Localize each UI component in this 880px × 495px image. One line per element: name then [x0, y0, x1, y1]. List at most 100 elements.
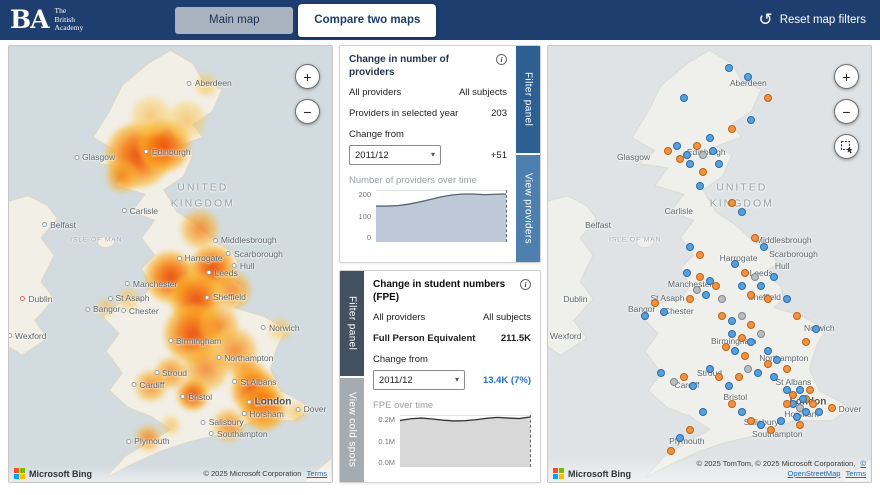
heatmap-panel[interactable]: Aberdeen Glasgow Edinburgh UNITED KINGDOM Ca…: [8, 45, 333, 483]
provider-dot[interactable]: [679, 373, 688, 382]
provider-dot[interactable]: [747, 290, 756, 299]
provider-dot[interactable]: [757, 421, 766, 430]
provider-dot[interactable]: [815, 408, 824, 417]
providers-area-chart[interactable]: [376, 190, 507, 242]
provider-dot[interactable]: [792, 312, 801, 321]
provider-dot[interactable]: [750, 233, 759, 242]
zoom-out-button[interactable]: −: [834, 99, 859, 124]
provider-dot[interactable]: [763, 360, 772, 369]
provider-dot[interactable]: [757, 281, 766, 290]
provider-dot[interactable]: [705, 133, 714, 142]
provider-dot[interactable]: [744, 364, 753, 373]
info-icon[interactable]: i: [496, 54, 507, 65]
terms-link[interactable]: Terms: [846, 469, 866, 478]
provider-dot[interactable]: [741, 268, 750, 277]
provider-dot[interactable]: [699, 168, 708, 177]
provider-dot[interactable]: [682, 268, 691, 277]
provider-dot[interactable]: [747, 416, 756, 425]
provider-dot[interactable]: [686, 425, 695, 434]
provider-dot[interactable]: [718, 312, 727, 321]
provider-dot[interactable]: [660, 307, 669, 316]
provider-dot[interactable]: [795, 421, 804, 430]
provider-dot[interactable]: [676, 155, 685, 164]
view-cold-spots-tab[interactable]: View cold spots: [340, 377, 364, 482]
provider-dot[interactable]: [783, 294, 792, 303]
provider-dot[interactable]: [692, 142, 701, 151]
year-dropdown[interactable]: 2011/12 ▾: [373, 370, 465, 390]
provider-dot[interactable]: [695, 273, 704, 282]
provider-dot[interactable]: [686, 159, 695, 168]
provider-dot[interactable]: [640, 312, 649, 321]
provider-dot[interactable]: [783, 399, 792, 408]
providers-dot-map-panel[interactable]: AberdeenGlasgowEdinburghUNITED KINGDOMCa…: [547, 45, 872, 483]
provider-dot[interactable]: [721, 342, 730, 351]
provider-dot[interactable]: [760, 242, 769, 251]
provider-dot[interactable]: [650, 299, 659, 308]
provider-dot[interactable]: [792, 412, 801, 421]
provider-dot[interactable]: [812, 325, 821, 334]
provider-dot[interactable]: [679, 94, 688, 103]
provider-dot[interactable]: [750, 273, 759, 282]
provider-dot[interactable]: [747, 116, 756, 125]
provider-dot[interactable]: [731, 260, 740, 268]
provider-dot[interactable]: [728, 316, 737, 325]
fpe-area-chart[interactable]: [400, 415, 531, 467]
provider-dot[interactable]: [802, 408, 811, 417]
info-icon[interactable]: i: [520, 279, 531, 290]
provider-dot[interactable]: [744, 72, 753, 81]
filter-panel-tab[interactable]: Filter panel: [340, 271, 364, 376]
provider-dot[interactable]: [776, 416, 785, 425]
provider-dot[interactable]: [666, 447, 675, 456]
provider-dot[interactable]: [737, 207, 746, 216]
provider-dot[interactable]: [689, 382, 698, 391]
provider-dot[interactable]: [699, 408, 708, 417]
box-select-button[interactable]: [834, 134, 859, 159]
provider-dot[interactable]: [828, 403, 837, 412]
provider-dot[interactable]: [686, 242, 695, 251]
provider-dot[interactable]: [734, 373, 743, 382]
provider-dot[interactable]: [699, 151, 708, 159]
filter-panel-tab[interactable]: Filter panel: [516, 46, 540, 153]
provider-dot[interactable]: [663, 146, 672, 155]
provider-dot[interactable]: [673, 142, 682, 151]
provider-dot[interactable]: [676, 434, 685, 443]
reset-map-filters-button[interactable]: ↺ Reset map filters: [758, 11, 866, 29]
provider-dot[interactable]: [731, 347, 740, 356]
provider-dot[interactable]: [705, 364, 714, 373]
provider-dot[interactable]: [702, 290, 711, 299]
provider-dot[interactable]: [763, 347, 772, 356]
zoom-out-button[interactable]: −: [295, 99, 320, 124]
provider-dot[interactable]: [737, 281, 746, 290]
provider-dot[interactable]: [770, 373, 779, 382]
provider-dot[interactable]: [737, 334, 746, 343]
provider-dot[interactable]: [724, 63, 733, 72]
provider-dot[interactable]: [715, 373, 724, 382]
provider-dot[interactable]: [711, 281, 720, 290]
provider-dot[interactable]: [737, 408, 746, 417]
provider-dot[interactable]: [766, 425, 775, 434]
provider-dot[interactable]: [669, 377, 678, 386]
provider-dot[interactable]: [763, 294, 772, 303]
provider-dot[interactable]: [657, 369, 666, 377]
provider-dot[interactable]: [747, 338, 756, 347]
provider-dot[interactable]: [747, 321, 756, 330]
provider-dot[interactable]: [728, 399, 737, 408]
provider-dot[interactable]: [799, 395, 808, 404]
provider-dot[interactable]: [808, 399, 817, 408]
tab-main-map[interactable]: Main map: [175, 6, 294, 34]
tab-compare-two-maps[interactable]: Compare two maps: [298, 3, 437, 37]
provider-dot[interactable]: [724, 382, 733, 391]
provider-dot[interactable]: [695, 251, 704, 260]
provider-dot[interactable]: [686, 294, 695, 303]
provider-dot[interactable]: [805, 386, 814, 395]
provider-dot[interactable]: [692, 286, 701, 295]
provider-dot[interactable]: [763, 94, 772, 103]
provider-dot[interactable]: [718, 294, 727, 303]
provider-dot[interactable]: [708, 146, 717, 155]
provider-dot[interactable]: [737, 312, 746, 321]
provider-dot[interactable]: [783, 364, 792, 373]
provider-dot[interactable]: [695, 181, 704, 190]
terms-link[interactable]: Terms: [307, 469, 327, 478]
provider-dot[interactable]: [728, 198, 737, 207]
provider-dot[interactable]: [773, 355, 782, 364]
